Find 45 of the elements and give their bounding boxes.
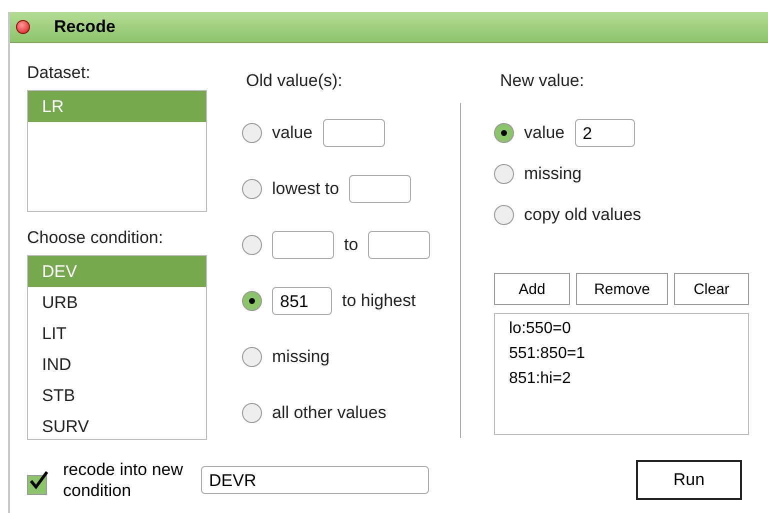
option-label: to highest [342, 291, 416, 311]
radio-button[interactable] [242, 291, 262, 311]
radio-button[interactable] [242, 179, 262, 199]
rule-text: 851:hi=2 [509, 369, 572, 389]
new-value-label: New value: [499, 71, 586, 91]
option-label: lowest to [272, 179, 340, 199]
rule-text: lo:550=0 [509, 319, 572, 339]
condition-item[interactable]: URB [28, 287, 206, 318]
radio-button[interactable] [494, 122, 514, 142]
option-label: copy old values [524, 204, 642, 224]
checkmark-icon [28, 470, 50, 492]
input-field[interactable] [368, 231, 430, 259]
radio-button[interactable] [242, 403, 262, 423]
radio-button[interactable] [242, 123, 262, 143]
option-label: to [344, 235, 358, 255]
input-field[interactable]: 2 [574, 118, 635, 146]
option-label: all other values [272, 403, 386, 423]
new-condition-field[interactable]: DEVR [201, 466, 429, 494]
input-field[interactable] [272, 231, 334, 259]
condition-item[interactable]: IND [28, 349, 206, 380]
option-label: missing [524, 164, 582, 184]
radio-button[interactable] [242, 347, 262, 367]
option-label: missing [272, 347, 330, 367]
dataset-label: Dataset: [27, 63, 92, 83]
condition-item[interactable]: SURV [28, 411, 206, 442]
action-button[interactable]: Add [494, 273, 570, 305]
action-button[interactable]: Remove [576, 273, 668, 305]
input-field[interactable] [322, 119, 385, 147]
condition-item[interactable]: LIT [28, 318, 206, 349]
input-field[interactable]: 851 [272, 287, 332, 315]
radio-button[interactable] [242, 235, 262, 255]
checkbox-label: recode into new condition [63, 459, 184, 501]
run-button[interactable]: Run [636, 460, 742, 500]
old-values-label: Old value(s): [245, 71, 344, 91]
close-icon[interactable] [16, 20, 30, 34]
radio-button[interactable] [494, 164, 514, 184]
input-field[interactable] [349, 175, 412, 203]
option-label: value [524, 122, 565, 142]
option-label: value [272, 123, 313, 143]
condition-item[interactable]: STB [28, 380, 206, 411]
action-button[interactable]: Clear [674, 273, 749, 305]
radio-button[interactable] [494, 204, 514, 224]
rule-text: 551:850=1 [509, 344, 586, 364]
window-title: Recode [54, 17, 116, 37]
condition-label: Choose condition: [27, 228, 164, 248]
